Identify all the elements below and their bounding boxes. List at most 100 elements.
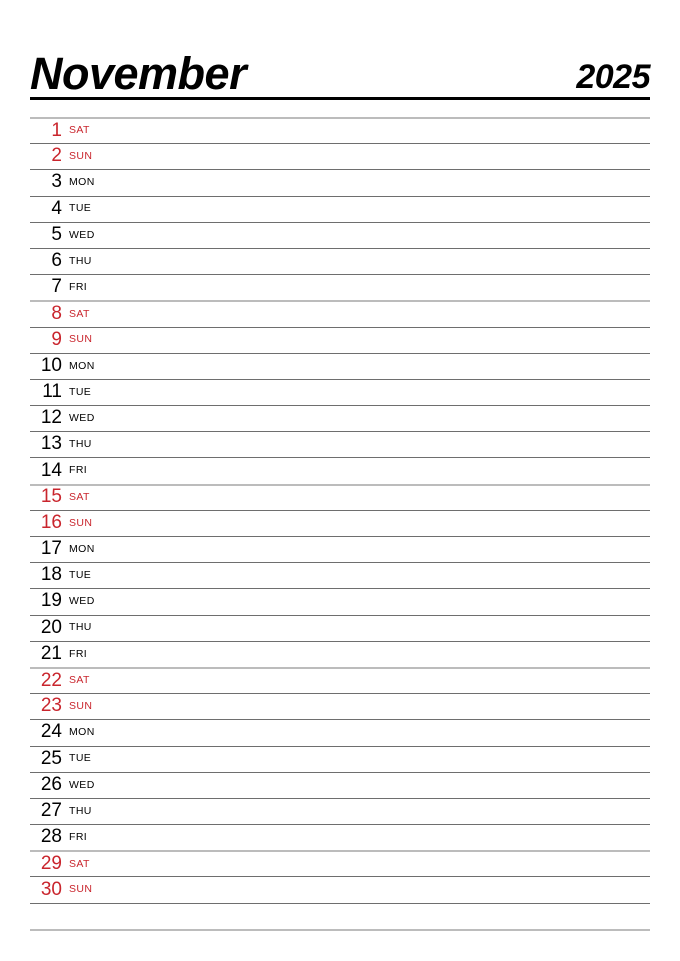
day-note-area[interactable] — [90, 852, 650, 876]
day-note-area[interactable] — [90, 119, 650, 143]
day-row[interactable]: 11 TUE — [30, 378, 650, 405]
day-note-area[interactable] — [92, 249, 650, 274]
day-row[interactable]: 23 SUN — [30, 693, 650, 719]
day-row[interactable]: 22 SAT — [30, 666, 650, 693]
day-number: 18 — [40, 564, 62, 586]
day-note-area[interactable] — [92, 328, 650, 353]
day-weekday-label: FRI — [69, 464, 88, 477]
day-row[interactable]: 16 SUN — [30, 509, 650, 536]
day-row[interactable]: 12 WED — [30, 405, 650, 431]
day-weekday-label: THU — [69, 804, 92, 817]
day-number: 9 — [51, 328, 62, 350]
day-row[interactable]: 18 TUE — [30, 562, 650, 588]
day-weekday-label: MON — [69, 176, 95, 189]
day-note-area[interactable] — [87, 458, 650, 483]
day-note-area[interactable] — [92, 799, 650, 824]
day-number: 6 — [51, 250, 62, 272]
day-weekday-label: THU — [69, 254, 92, 267]
day-note-area[interactable] — [95, 589, 650, 614]
day-row[interactable]: 29 SAT — [30, 850, 650, 876]
day-note-area[interactable] — [90, 302, 650, 326]
day-weekday-label: SAT — [69, 857, 90, 870]
header-divider — [30, 97, 650, 100]
day-note-area[interactable] — [90, 486, 650, 510]
day-note-area[interactable] — [87, 825, 650, 850]
day-weekday-label: TUE — [69, 569, 92, 582]
year-title: 2025 — [576, 58, 650, 96]
day-number: 12 — [40, 407, 62, 429]
day-row[interactable]: 5 WED — [30, 221, 650, 248]
day-weekday-label: FRI — [69, 280, 88, 293]
day-note-area[interactable] — [87, 642, 650, 667]
day-note-area[interactable] — [92, 616, 650, 641]
calendar-page: November 2025 1 SAT 2 SUN 3 MON 4 TUE 5 WED 6 THU 7 F… — [0, 0, 680, 961]
day-weekday-label: TUE — [69, 202, 92, 215]
day-row[interactable]: 8 SAT — [30, 300, 650, 326]
day-number: 3 — [51, 171, 62, 193]
day-row[interactable]: 6 THU — [30, 247, 650, 274]
day-number: 28 — [40, 826, 62, 848]
day-note-area[interactable] — [90, 669, 650, 693]
day-weekday-label: MON — [69, 726, 95, 739]
day-note-area[interactable] — [91, 197, 650, 222]
day-weekday-label: THU — [69, 621, 92, 634]
day-row[interactable]: 9 SUN — [30, 326, 650, 353]
day-weekday-label: SUN — [69, 333, 93, 346]
day-note-area[interactable] — [95, 537, 650, 562]
day-note-area[interactable] — [91, 563, 650, 588]
day-row[interactable]: 2 SUN — [30, 143, 650, 169]
day-number: 10 — [40, 354, 62, 376]
day-number: 17 — [40, 538, 62, 560]
day-number: 20 — [40, 616, 62, 638]
month-title: November — [30, 48, 247, 99]
day-row[interactable]: 30 SUN — [30, 876, 650, 902]
day-number: 1 — [51, 119, 62, 141]
day-row[interactable]: 19 WED — [30, 588, 650, 614]
day-note-area[interactable] — [92, 511, 650, 536]
day-number: 23 — [40, 695, 62, 717]
day-number: 26 — [40, 773, 62, 795]
day-weekday-label: FRI — [69, 830, 88, 843]
day-row[interactable]: 10 MON — [30, 352, 650, 379]
day-row[interactable]: 17 MON — [30, 536, 650, 562]
day-row[interactable]: 27 THU — [30, 797, 650, 824]
day-note-area[interactable] — [95, 406, 650, 431]
day-weekday-label: SAT — [69, 124, 90, 137]
day-number: 14 — [40, 459, 62, 481]
day-number: 11 — [42, 380, 62, 402]
day-number: 16 — [40, 511, 62, 533]
day-row[interactable]: 26 WED — [30, 771, 650, 798]
day-note-area[interactable] — [95, 223, 650, 248]
day-row[interactable]: 28 FRI — [30, 824, 650, 850]
day-row[interactable]: 21 FRI — [30, 640, 650, 667]
day-number: 15 — [40, 486, 62, 508]
day-row[interactable]: 7 FRI — [30, 274, 650, 300]
day-number: 29 — [40, 852, 62, 874]
day-weekday-label: MON — [69, 359, 95, 372]
day-note-area[interactable] — [92, 694, 650, 719]
day-note-area[interactable] — [92, 432, 650, 457]
day-weekday-label: SAT — [69, 307, 90, 320]
day-row[interactable]: 14 FRI — [30, 457, 650, 483]
day-note-area[interactable] — [91, 747, 650, 772]
day-number: 7 — [51, 276, 62, 298]
day-note-area[interactable] — [91, 380, 650, 405]
day-row[interactable]: 13 THU — [30, 431, 650, 457]
day-row[interactable]: 20 THU — [30, 614, 650, 641]
day-note-area[interactable] — [95, 720, 650, 745]
day-note-area[interactable] — [87, 275, 650, 300]
day-row[interactable]: 25 TUE — [30, 745, 650, 772]
day-number: 4 — [51, 197, 62, 219]
day-row[interactable]: 3 MON — [30, 169, 650, 195]
day-row[interactable]: 15 SAT — [30, 483, 650, 510]
day-note-area[interactable] — [92, 877, 650, 902]
day-row[interactable]: 4 TUE — [30, 195, 650, 222]
day-note-area[interactable] — [92, 144, 650, 169]
day-note-area[interactable] — [95, 170, 650, 195]
day-note-area[interactable] — [95, 773, 650, 798]
day-note-area[interactable] — [95, 354, 650, 379]
day-row[interactable]: 1 SAT — [30, 117, 650, 143]
day-row[interactable]: 24 MON — [30, 719, 650, 745]
day-weekday-label: WED — [69, 778, 95, 791]
day-number: 13 — [40, 433, 62, 455]
